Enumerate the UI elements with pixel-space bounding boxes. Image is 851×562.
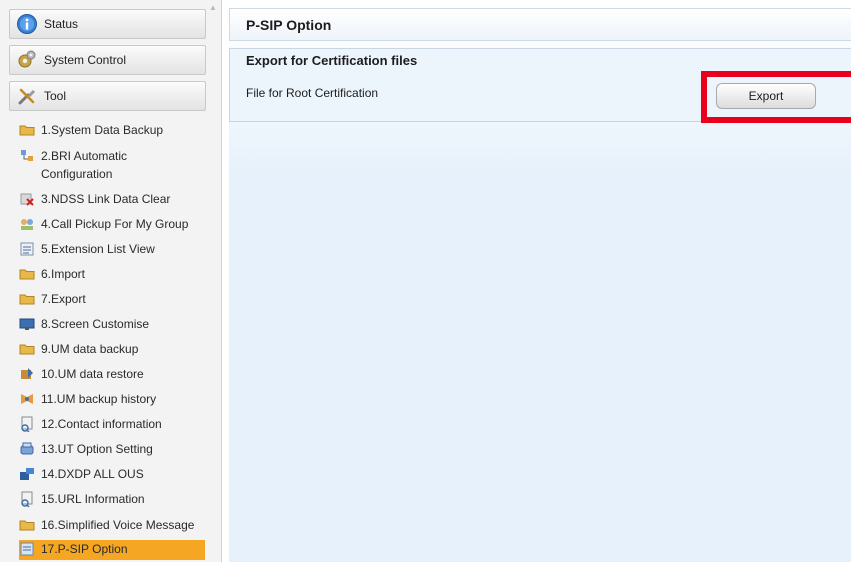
sidebar-item-label: 7.Export: [41, 292, 86, 306]
sidebar-item-label: 2.BRI Automatic Configuration: [41, 149, 128, 181]
sidebar-item-label: 8.Screen Customise: [41, 317, 150, 331]
sidebar-item-label: 10.UM data restore: [41, 367, 144, 381]
sidebar-item-p-sip-option[interactable]: 17.P-SIP Option: [19, 540, 205, 560]
sidebar-item-dxdp-all-ous[interactable]: 14.DXDP ALL OUS: [19, 465, 205, 483]
sidebar-item-system-data-backup[interactable]: 1.System Data Backup: [19, 121, 205, 139]
sidebar-item-label: 12.Contact information: [41, 417, 162, 431]
sidebar-item-label: 11.UM backup history: [41, 392, 157, 406]
scroll-up-arrow-icon[interactable]: ▲: [208, 4, 218, 12]
tab-status-label: Status: [44, 17, 79, 31]
sidebar: ▲ Status System Control Tool 1.System Da…: [0, 0, 222, 562]
monitor-icon: [19, 318, 35, 330]
panel-title: Export for Certification files: [246, 53, 418, 68]
phone-option-icon: [20, 442, 34, 455]
sidebar-item-label: 6.Import: [41, 267, 86, 281]
page-header: P-SIP Option: [229, 8, 851, 41]
dxdp-icon: [20, 468, 34, 480]
sidebar-item-um-data-restore[interactable]: 10.UM data restore: [19, 365, 205, 383]
group-pickup-icon: [21, 219, 33, 230]
tab-system-control-label: System Control: [44, 53, 127, 67]
tab-status[interactable]: Status: [9, 9, 206, 39]
sidebar-item-contact-information[interactable]: 12.Contact information: [19, 415, 205, 433]
restore-icon: [21, 368, 33, 379]
sidebar-item-extension-list-view[interactable]: 5.Extension List View: [19, 240, 205, 258]
sidebar-item-bri-automatic-configuration[interactable]: 2.BRI Automatic Configuration: [19, 147, 205, 183]
sidebar-item-label: 14.DXDP ALL OUS: [41, 467, 144, 481]
export-button[interactable]: Export: [716, 83, 816, 109]
sidebar-item-label: 3.NDSS Link Data Clear: [41, 192, 171, 206]
sidebar-item-label: 9.UM data backup: [41, 342, 139, 356]
sidebar-item-call-pickup-for-my-group[interactable]: 4.Call Pickup For My Group: [19, 215, 205, 233]
tool-icon: [18, 88, 35, 105]
list-view-icon: [20, 242, 34, 256]
root-certification-label: File for Root Certification: [246, 86, 379, 100]
folder-icon: [19, 294, 35, 305]
sidebar-item-ut-option-setting[interactable]: 13.UT Option Setting: [19, 440, 205, 458]
export-certification-panel: Export for Certification files File for …: [229, 48, 851, 122]
tab-tool[interactable]: Tool: [9, 81, 206, 111]
folder-icon: [19, 125, 35, 136]
sidebar-item-label: 13.UT Option Setting: [41, 442, 153, 456]
psip-option-icon: [20, 542, 34, 556]
sidebar-item-ndss-link-data-clear[interactable]: 3.NDSS Link Data Clear: [19, 190, 205, 208]
sidebar-item-label: 15.URL Information: [41, 492, 145, 506]
sidebar-item-label: 17.P-SIP Option: [41, 542, 128, 556]
contact-info-icon: [21, 416, 33, 432]
tab-system-control[interactable]: System Control: [9, 45, 206, 75]
folder-icon: [19, 520, 35, 531]
system-control-icon: [18, 50, 36, 68]
url-info-icon: [21, 491, 33, 507]
folder-icon: [19, 344, 35, 355]
sidebar-item-screen-customise[interactable]: 8.Screen Customise: [19, 315, 205, 333]
sidebar-item-url-information[interactable]: 15.URL Information: [19, 490, 205, 508]
tab-tool-label: Tool: [44, 89, 67, 103]
sidebar-item-export[interactable]: 7.Export: [19, 290, 205, 308]
main-content: P-SIP Option Export for Certification fi…: [229, 8, 851, 562]
sidebar-item-label: 5.Extension List View: [41, 242, 155, 256]
network-config-icon: [21, 150, 33, 161]
sidebar-item-simplified-voice-message[interactable]: 16.Simplified Voice Message: [19, 516, 205, 534]
sidebar-item-label: 1.System Data Backup: [41, 123, 164, 137]
clear-link-icon: [20, 193, 34, 206]
sidebar-item-label: 4.Call Pickup For My Group: [41, 217, 189, 231]
folder-icon: [19, 269, 35, 280]
sidebar-item-um-backup-history[interactable]: 11.UM backup history: [19, 390, 205, 408]
sidebar-item-um-data-backup[interactable]: 9.UM data backup: [19, 340, 205, 358]
sidebar-item-label: 16.Simplified Voice Message: [41, 518, 195, 532]
status-icon: [17, 14, 37, 34]
sidebar-item-import[interactable]: 6.Import: [19, 265, 205, 283]
page-title: P-SIP Option: [246, 17, 332, 33]
history-icon: [21, 394, 33, 404]
